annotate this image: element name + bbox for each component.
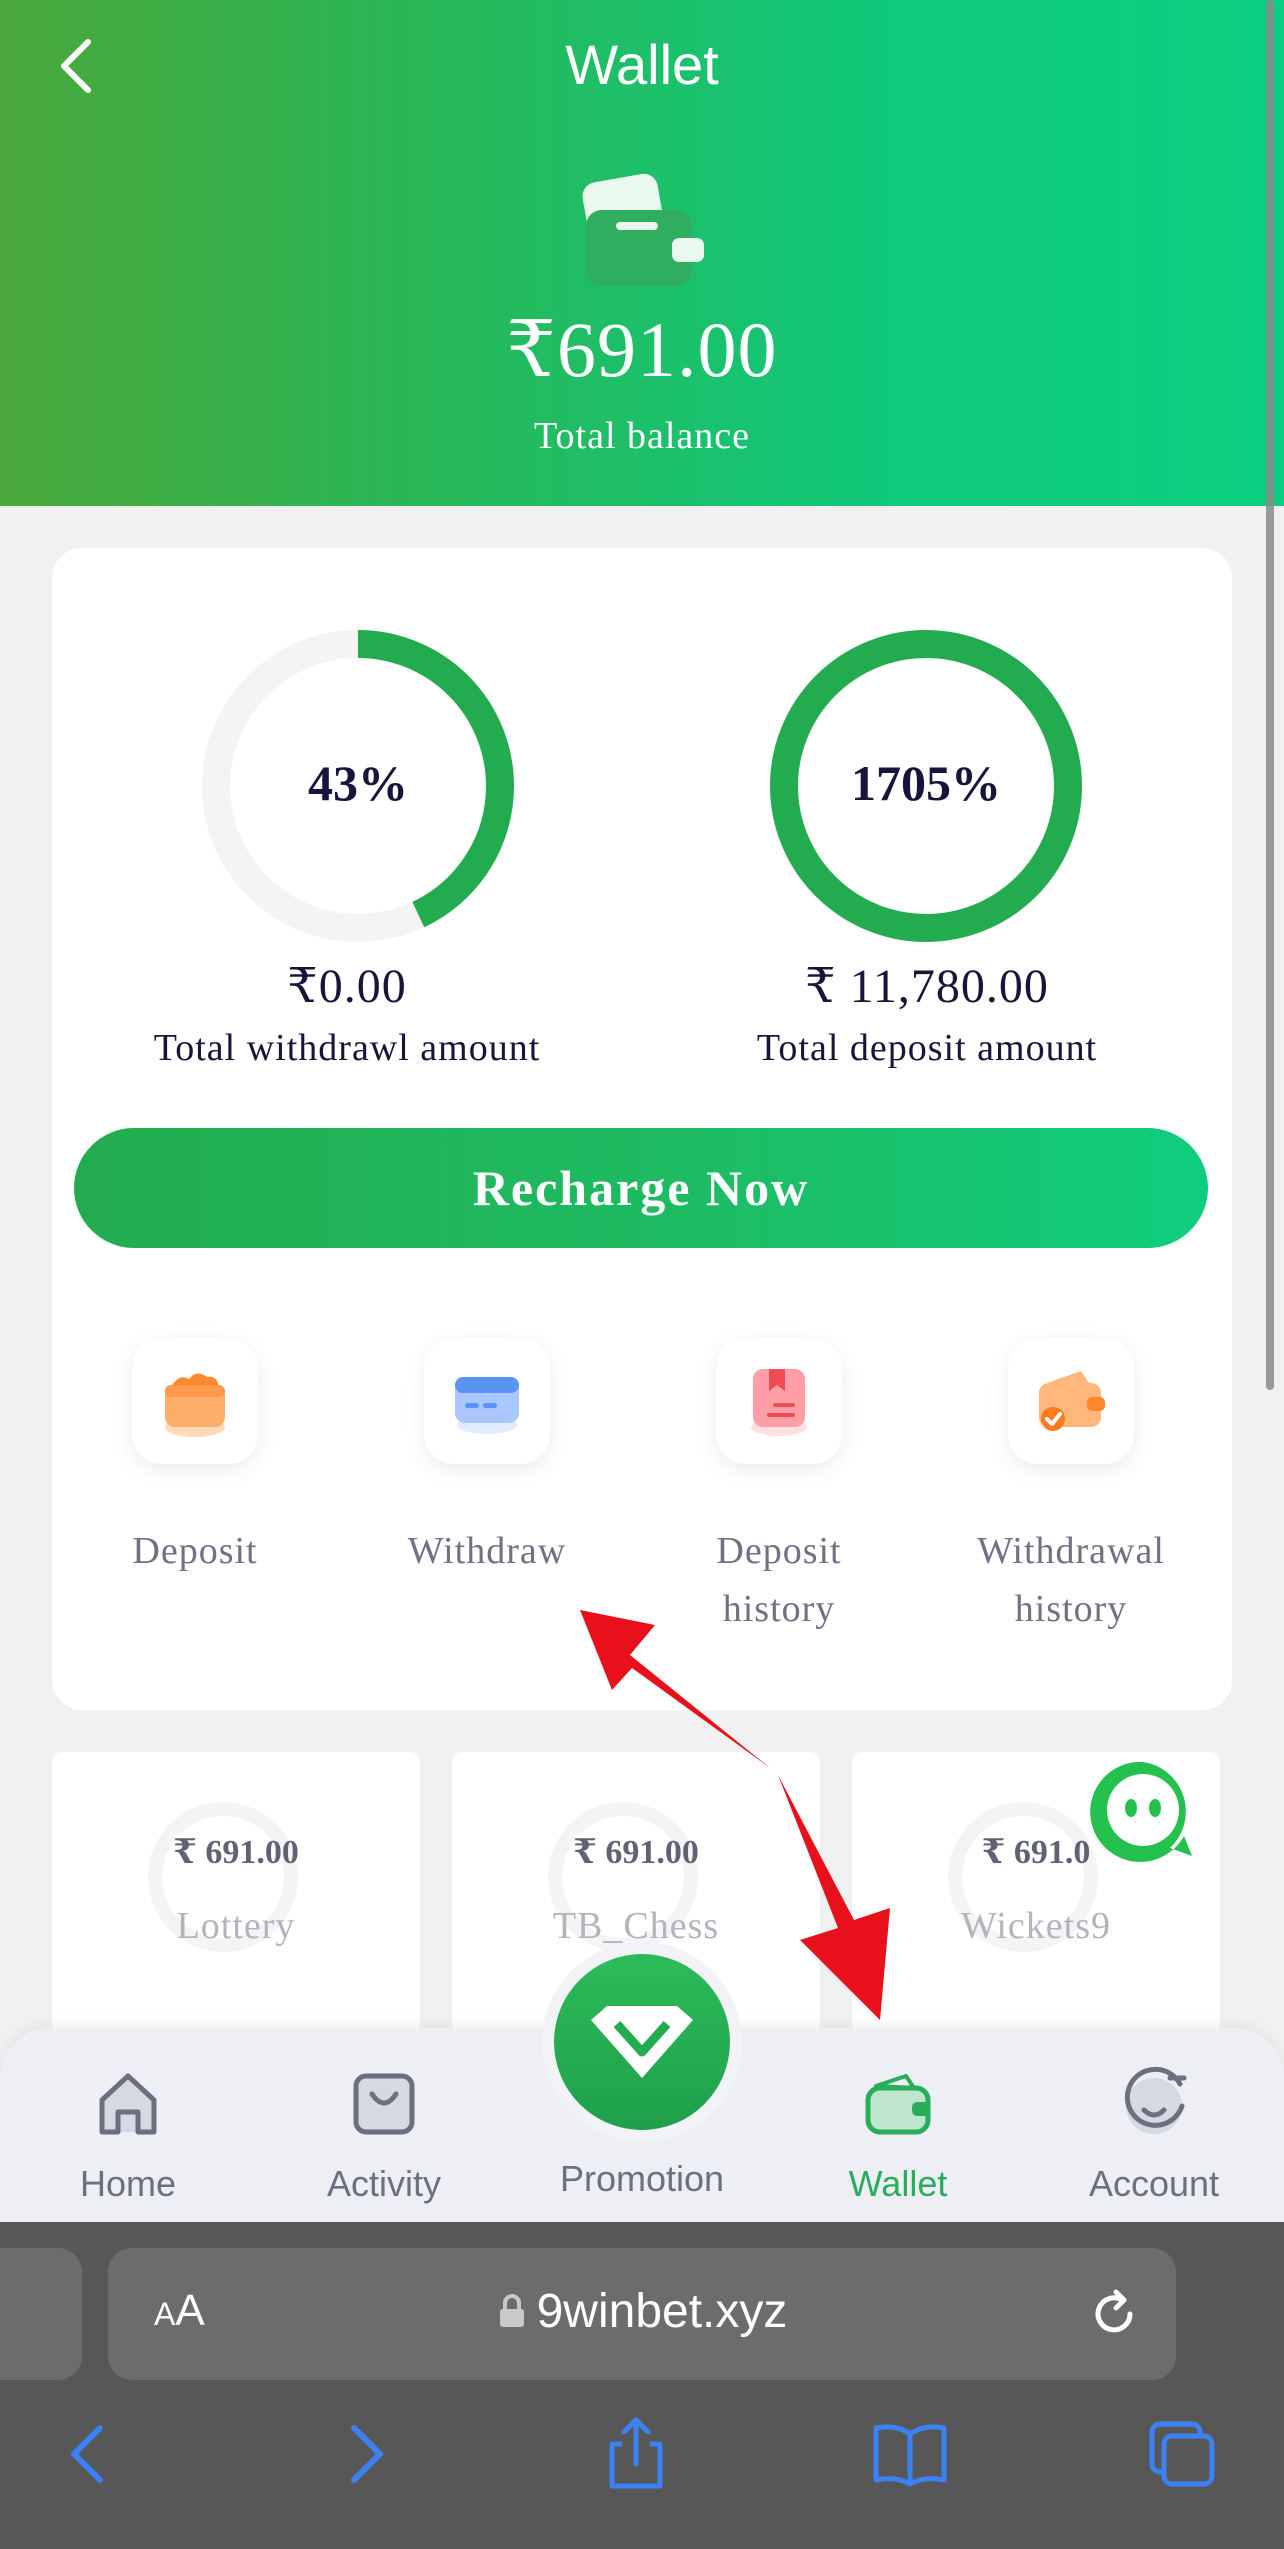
promotion-button[interactable] [554,1954,730,2130]
withdraw-amount: ₹0.00 [287,960,407,1013]
address-url: 9winbet.xyz [108,2284,1176,2339]
card-icon [455,1377,519,1434]
game-balance-amount: ₹ 691.00 [573,1834,699,1871]
nav-home[interactable]: Home [28,2064,228,2205]
bookmarks-icon[interactable] [870,2414,950,2494]
browser-chrome: AA 9winbet.xyz [0,2222,1284,2549]
wallet-icon [582,173,704,286]
address-bar[interactable]: AA 9winbet.xyz [108,2248,1176,2380]
deposit-percent: 1705% [851,755,1001,811]
deposit-label: Deposit [132,1530,258,1572]
total-balance: ₹691.00 [506,306,778,393]
deposit-progress-ring: 1705% [766,626,1086,946]
browser-back-icon[interactable] [48,2414,128,2494]
lock-icon [499,2294,524,2327]
deposit-action[interactable]: Deposit [50,1338,340,1580]
deposit-label: Total deposit amount [756,1027,1098,1069]
total-balance-label: Total balance [533,415,751,457]
game-balance-amount: ₹ 691.00 [173,1834,299,1871]
wallet-header: Wallet ₹691.00 Total balance [0,0,1284,506]
deposit-amount: ₹ 11,780.00 [805,960,1049,1013]
nav-wallet-label: Wallet [848,2163,948,2204]
withdraw-label: Total withdrawl amount [153,1027,541,1069]
tabs-icon[interactable] [1142,2414,1222,2494]
share-icon[interactable] [596,2414,676,2494]
withdrawal-history-action[interactable]: Withdrawal history [926,1338,1216,1638]
activity-icon [353,2073,415,2135]
url-text: 9winbet.xyz [536,2285,788,2338]
withdraw-action[interactable]: Withdraw [342,1338,632,1580]
withdrawal-history-icon [1039,1371,1105,1431]
withdrawal-history-label: Withdrawal history [977,1530,1165,1630]
withdraw-percent: 43% [308,755,408,811]
nav-promotion-label: Promotion [559,2158,725,2199]
game-name: Wickets9 [961,1905,1111,1947]
recharge-now-button[interactable]: Recharge Now [74,1128,1208,1248]
home-icon [99,2073,157,2135]
nav-activity[interactable]: Activity [284,2064,484,2205]
chat-support-icon[interactable] [1082,1752,1204,1874]
deposit-history-icon [751,1369,807,1436]
account-icon [1124,2066,1187,2134]
browser-forward-icon[interactable] [326,2414,406,2494]
withdraw-progress-ring: 43% [198,626,518,946]
deposit-history-action[interactable]: Deposit history [634,1338,924,1638]
page-title: Wallet [565,33,719,96]
nav-home-label: Home [79,2163,177,2204]
nav-wallet[interactable]: Wallet [798,2064,998,2205]
reload-icon[interactable] [1084,2284,1144,2344]
page-scrollbar[interactable] [1266,0,1274,1390]
nav-activity-label: Activity [326,2163,441,2204]
withdraw-label: Withdraw [407,1530,567,1572]
nav-account[interactable]: Account [1054,2064,1254,2205]
wallet-summary-card: 43% ₹0.00 Total withdrawl amount 1705% ₹… [52,548,1232,1710]
previous-tab-stub[interactable] [0,2248,82,2380]
diamond-icon [591,2006,693,2078]
nav-account-label: Account [1088,2163,1220,2204]
deposit-history-label: Deposit history [716,1530,842,1630]
wallet-nav-icon [865,2074,931,2135]
deposit-wallet-icon [165,1373,225,1437]
game-name: Lottery [176,1905,296,1947]
game-balance-lottery[interactable]: ₹ 691.00 Lottery [52,1752,420,2032]
